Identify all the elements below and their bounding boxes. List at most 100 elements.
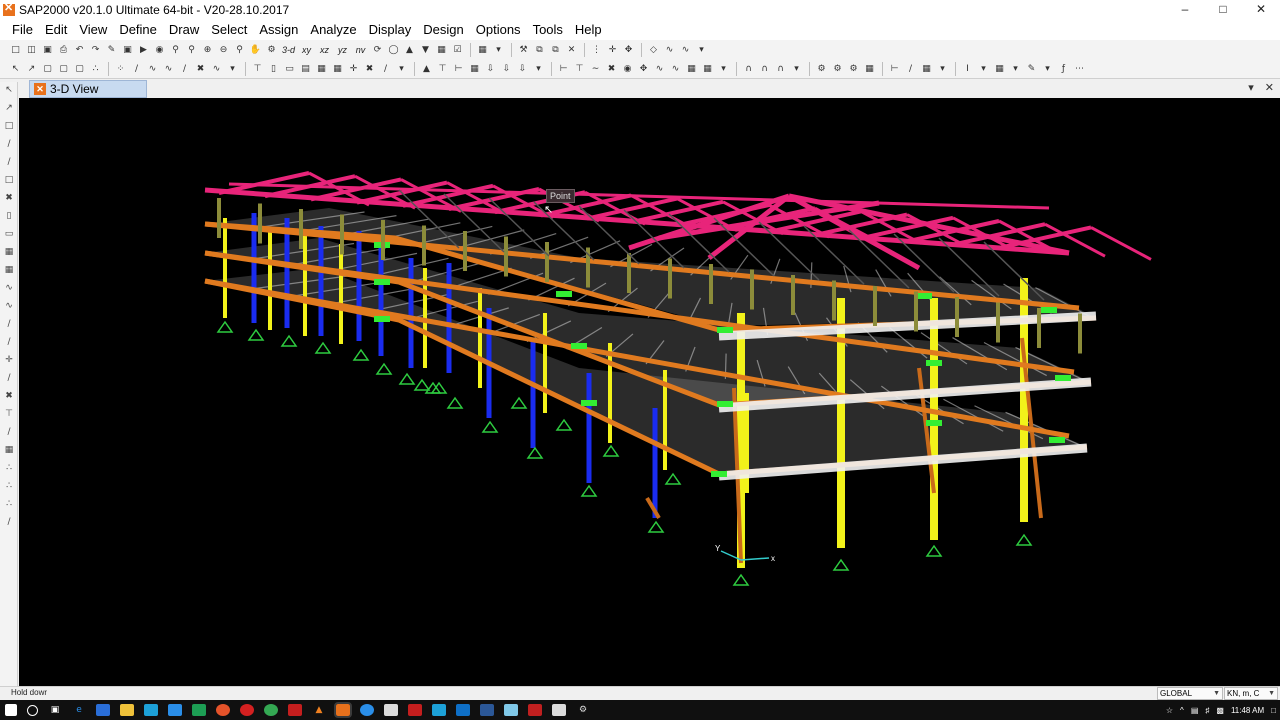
paint-icon[interactable]: ✎ xyxy=(1024,62,1039,76)
frame-releases-icon[interactable]: ⊢ xyxy=(451,62,466,76)
copy-icon[interactable]: ⧉ xyxy=(532,43,547,57)
model-3d-viewport[interactable]: xY Point ↖ xyxy=(19,98,1280,686)
app-icon[interactable] xyxy=(432,704,446,716)
units-select[interactable]: KN, m, C ▼ xyxy=(1224,687,1278,700)
opera-icon[interactable] xyxy=(240,704,254,716)
show-influence-icon[interactable]: ∿ xyxy=(668,62,683,76)
settings-icon[interactable]: ⚙ xyxy=(576,704,590,716)
search-icon[interactable] xyxy=(27,704,38,716)
edit-frame-icon[interactable]: ∿ xyxy=(678,43,693,57)
menu-draw[interactable]: Draw xyxy=(163,20,205,40)
run-analysis-icon[interactable]: ▶ xyxy=(136,43,151,57)
minimize-button[interactable]: – xyxy=(1166,0,1204,20)
menu-assign[interactable]: Assign xyxy=(253,20,304,40)
close-button[interactable]: ✕ xyxy=(1242,0,1280,20)
language-icon[interactable]: ▩ xyxy=(1216,706,1224,715)
support-restraint[interactable] xyxy=(732,573,750,586)
dropdown-icon[interactable]: ▾ xyxy=(716,62,731,76)
file-explorer-icon[interactable] xyxy=(120,704,134,716)
people-icon[interactable]: ☆ xyxy=(1166,706,1173,715)
app-icon[interactable] xyxy=(168,704,182,716)
replicate-icon[interactable]: ⋮ xyxy=(589,43,604,57)
app-icon[interactable] xyxy=(144,704,158,716)
snap-intersect-icon[interactable]: ✖ xyxy=(2,390,16,402)
acrobat-icon[interactable] xyxy=(288,704,302,716)
new-model-icon[interactable]: □ xyxy=(8,43,23,57)
global-axis-x[interactable] xyxy=(740,557,770,561)
menu-help[interactable]: Help xyxy=(569,20,608,40)
zoom-restore-icon[interactable]: ⚲ xyxy=(184,43,199,57)
element-shrink-icon[interactable]: ▦ xyxy=(434,43,449,57)
joint-restraints-icon[interactable]: ▲ xyxy=(419,62,434,76)
zoom-window-icon[interactable]: ⚲ xyxy=(168,43,183,57)
dropdown-icon[interactable]: ▾ xyxy=(789,62,804,76)
autocad-icon[interactable] xyxy=(408,704,422,716)
joint-node[interactable] xyxy=(581,400,597,406)
draw-cable-icon[interactable]: ∿ xyxy=(145,62,160,76)
joint-node[interactable] xyxy=(926,420,942,426)
joint-node[interactable] xyxy=(374,279,390,285)
draw-solid-icon[interactable]: ▦ xyxy=(314,62,329,76)
joint-node[interactable] xyxy=(926,360,942,366)
excel-icon[interactable] xyxy=(192,704,206,716)
support-restraint[interactable] xyxy=(555,418,573,431)
zoom-prev-icon[interactable]: ⚲ xyxy=(232,43,247,57)
more-icon[interactable]: ⋯ xyxy=(1072,62,1087,76)
dropdown-icon[interactable]: ▾ xyxy=(976,62,991,76)
clear-select-icon[interactable]: ▢ xyxy=(72,62,87,76)
zoom-in-icon[interactable]: ⊕ xyxy=(200,43,215,57)
perspective-icon[interactable]: ◯ xyxy=(386,43,401,57)
app-icon[interactable] xyxy=(360,704,374,716)
menu-edit[interactable]: Edit xyxy=(39,20,73,40)
support-restraint[interactable] xyxy=(664,472,682,485)
hammer-icon[interactable]: ⚒ xyxy=(516,43,531,57)
volume-icon[interactable]: ♯ xyxy=(1205,706,1209,715)
draw-tendon-icon[interactable]: ∿ xyxy=(161,62,176,76)
dropdown-icon[interactable]: ▾ xyxy=(394,62,409,76)
support-restraint[interactable] xyxy=(375,362,393,375)
support-restraint[interactable] xyxy=(352,348,370,361)
snap-perp-icon[interactable]: ⊤ xyxy=(2,408,16,420)
grid-icon[interactable]: ▦ xyxy=(475,43,490,57)
delete-icon[interactable]: ✕ xyxy=(564,43,579,57)
draw-rect-area-icon[interactable]: ▭ xyxy=(282,62,297,76)
tab-close-icon[interactable]: ✕ xyxy=(1265,82,1274,94)
area-icon[interactable]: ▦ xyxy=(992,62,1007,76)
quick-brace-icon[interactable]: ✖ xyxy=(2,192,16,204)
draw-area-icon[interactable]: ▯ xyxy=(266,62,281,76)
chrome-icon[interactable] xyxy=(264,704,278,716)
pan-icon[interactable]: ✋ xyxy=(248,43,263,57)
save-icon[interactable]: ▣ xyxy=(40,43,55,57)
dropdown-icon[interactable]: ▾ xyxy=(531,62,546,76)
show-tables-icon[interactable]: ▦ xyxy=(684,62,699,76)
structural-model-drawing[interactable]: xY xyxy=(19,98,1280,686)
joint-node[interactable] xyxy=(717,401,733,407)
joint-node[interactable] xyxy=(1041,307,1057,313)
dropdown-icon[interactable]: ▾ xyxy=(935,62,950,76)
support-restraint[interactable] xyxy=(832,558,850,571)
text-cursor-icon[interactable]: I xyxy=(960,62,975,76)
joint-node[interactable] xyxy=(571,343,587,349)
lock-icon[interactable]: ▣ xyxy=(120,43,135,57)
support-restraint[interactable] xyxy=(398,372,416,385)
menu-tools[interactable]: Tools xyxy=(527,20,569,40)
app-icon[interactable] xyxy=(528,704,542,716)
undo-icon[interactable]: ↶ xyxy=(72,43,87,57)
brace-icon[interactable]: ✖ xyxy=(362,62,377,76)
joint-node[interactable] xyxy=(916,293,932,299)
select-pointer-icon[interactable]: ↖ xyxy=(8,62,23,76)
menu-file[interactable]: File xyxy=(0,20,39,40)
reshaper-icon[interactable]: ↗ xyxy=(2,102,16,114)
show-stress-icon[interactable]: ✖ xyxy=(604,62,619,76)
joint-node[interactable] xyxy=(556,291,572,297)
snap-line-icon[interactable]: ∕ xyxy=(2,426,16,438)
area-loads-icon[interactable]: ⇩ xyxy=(515,62,530,76)
section-cut-icon[interactable]: ∕ xyxy=(2,318,16,330)
firefox-icon[interactable] xyxy=(216,704,230,716)
support-restraint[interactable] xyxy=(413,378,431,391)
snap-mid-icon[interactable]: ∕ xyxy=(2,372,16,384)
edge-browser-icon[interactable]: e xyxy=(72,704,86,716)
grid-system-icon[interactable]: ▦ xyxy=(919,62,934,76)
concrete-design-icon[interactable]: ⚙ xyxy=(830,62,845,76)
redo-icon[interactable]: ↷ xyxy=(88,43,103,57)
